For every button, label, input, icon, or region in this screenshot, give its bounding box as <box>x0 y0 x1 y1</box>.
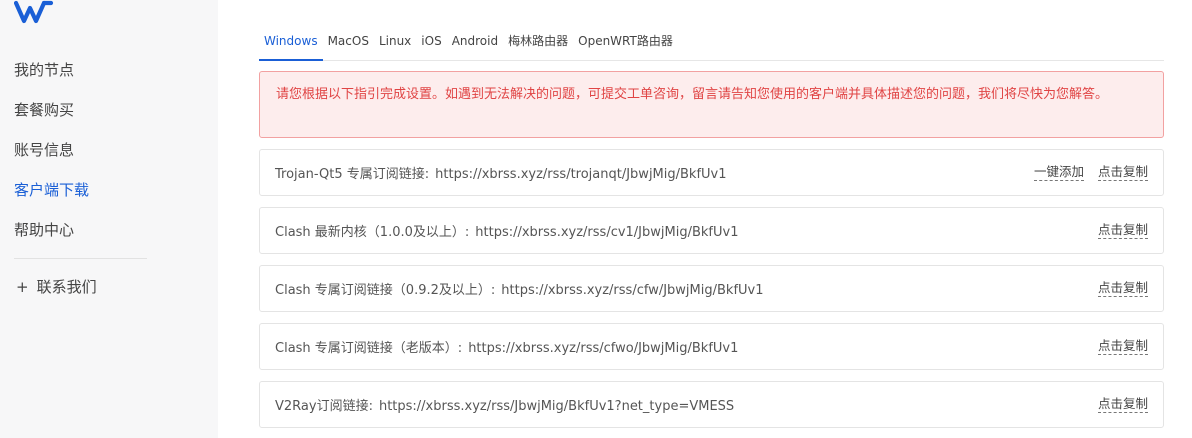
contact-us-label: 联系我们 <box>36 278 97 296</box>
subscription-row-clash-latest: Clash 最新内核（1.0.0及以上）: https://xbrss.xyz/r… <box>259 207 1164 254</box>
subscription-url: https://xbrss.xyz/rss/cfw/JbwjMig/BkfUv1 <box>501 283 764 298</box>
instruction-alert: 请您根据以下指引完成设置。如遇到无法解决的问题，可提交工单咨询，留言请告知您使用… <box>259 71 1164 138</box>
platform-tabs: Windows MacOS Linux iOS Android 梅林路由器 Op… <box>259 28 1164 61</box>
tab-android[interactable]: Android <box>447 28 503 61</box>
subscription-label: Clash 专属订阅链接（0.9.2及以上）: <box>275 283 496 298</box>
sidebar-nav: 我的节点 套餐购买 账号信息 客户端下载 帮助中心 <box>0 50 218 250</box>
sidebar-divider <box>14 258 147 259</box>
copy-button[interactable]: 点击复制 <box>1097 222 1148 239</box>
subscription-text: Clash 专属订阅链接（0.9.2及以上）: https://xbrss.xyz… <box>275 279 1084 298</box>
copy-button[interactable]: 点击复制 <box>1097 396 1148 413</box>
copy-button[interactable]: 点击复制 <box>1097 280 1148 297</box>
sidebar-item-my-nodes[interactable]: 我的节点 <box>0 50 218 90</box>
tab-merlin-router[interactable]: 梅林路由器 <box>503 28 573 61</box>
subscription-label: V2Ray订阅链接: <box>275 399 373 414</box>
contact-us-link[interactable]: + 联系我们 <box>16 267 97 307</box>
copy-button[interactable]: 点击复制 <box>1097 338 1148 355</box>
tab-macos[interactable]: MacOS <box>323 28 374 61</box>
one-click-add-button[interactable]: 一键添加 <box>1033 164 1084 181</box>
plus-icon: + <box>16 278 29 296</box>
subscription-url: https://xbrss.xyz/rss/JbwjMig/BkfUv1?net… <box>378 399 735 414</box>
subscription-url: https://xbrss.xyz/rss/trojanqt/JbwjMig/B… <box>435 167 727 182</box>
sidebar-item-help[interactable]: 帮助中心 <box>0 210 218 250</box>
subscription-row-v2ray: V2Ray订阅链接: https://xbrss.xyz/rss/JbwjMig/… <box>259 381 1164 428</box>
subscription-text: Clash 最新内核（1.0.0及以上）: https://xbrss.xyz/r… <box>275 221 1084 240</box>
subscription-url: https://xbrss.xyz/rss/cfwo/JbwjMig/BkfUv… <box>468 341 739 356</box>
subscription-text: V2Ray订阅链接: https://xbrss.xyz/rss/JbwjMig/… <box>275 395 1084 414</box>
copy-button[interactable]: 点击复制 <box>1097 164 1148 181</box>
sidebar-item-account[interactable]: 账号信息 <box>0 130 218 170</box>
subscription-label: Clash 最新内核（1.0.0及以上）: <box>275 225 470 240</box>
sidebar-item-client-download[interactable]: 客户端下载 <box>0 170 218 210</box>
subscription-url: https://xbrss.xyz/rss/cv1/JbwjMig/BkfUv1 <box>475 225 739 240</box>
tab-openwrt-router[interactable]: OpenWRT路由器 <box>573 28 678 61</box>
tab-windows[interactable]: Windows <box>259 28 323 61</box>
sidebar: 我的节点 套餐购买 账号信息 客户端下载 帮助中心 + 联系我们 <box>0 0 218 438</box>
tab-linux[interactable]: Linux <box>374 28 416 61</box>
subscription-row-clash-092: Clash 专属订阅链接（0.9.2及以上）: https://xbrss.xyz… <box>259 265 1164 312</box>
subscription-text: Clash 专属订阅链接（老版本）: https://xbrss.xyz/rss/… <box>275 337 1084 356</box>
sidebar-item-plans[interactable]: 套餐购买 <box>0 90 218 130</box>
tab-ios[interactable]: iOS <box>416 28 446 61</box>
brand-logo[interactable] <box>14 0 54 24</box>
subscription-row-clash-old: Clash 专属订阅链接（老版本）: https://xbrss.xyz/rss/… <box>259 323 1164 370</box>
subscription-label: Clash 专属订阅链接（老版本）: <box>275 341 463 356</box>
subscription-row-trojan-qt5: Trojan-Qt5 专属订阅链接: https://xbrss.xyz/rss/… <box>259 149 1164 196</box>
subscription-label: Trojan-Qt5 专属订阅链接: <box>275 167 430 182</box>
subscription-text: Trojan-Qt5 专属订阅链接: https://xbrss.xyz/rss/… <box>275 163 1020 182</box>
